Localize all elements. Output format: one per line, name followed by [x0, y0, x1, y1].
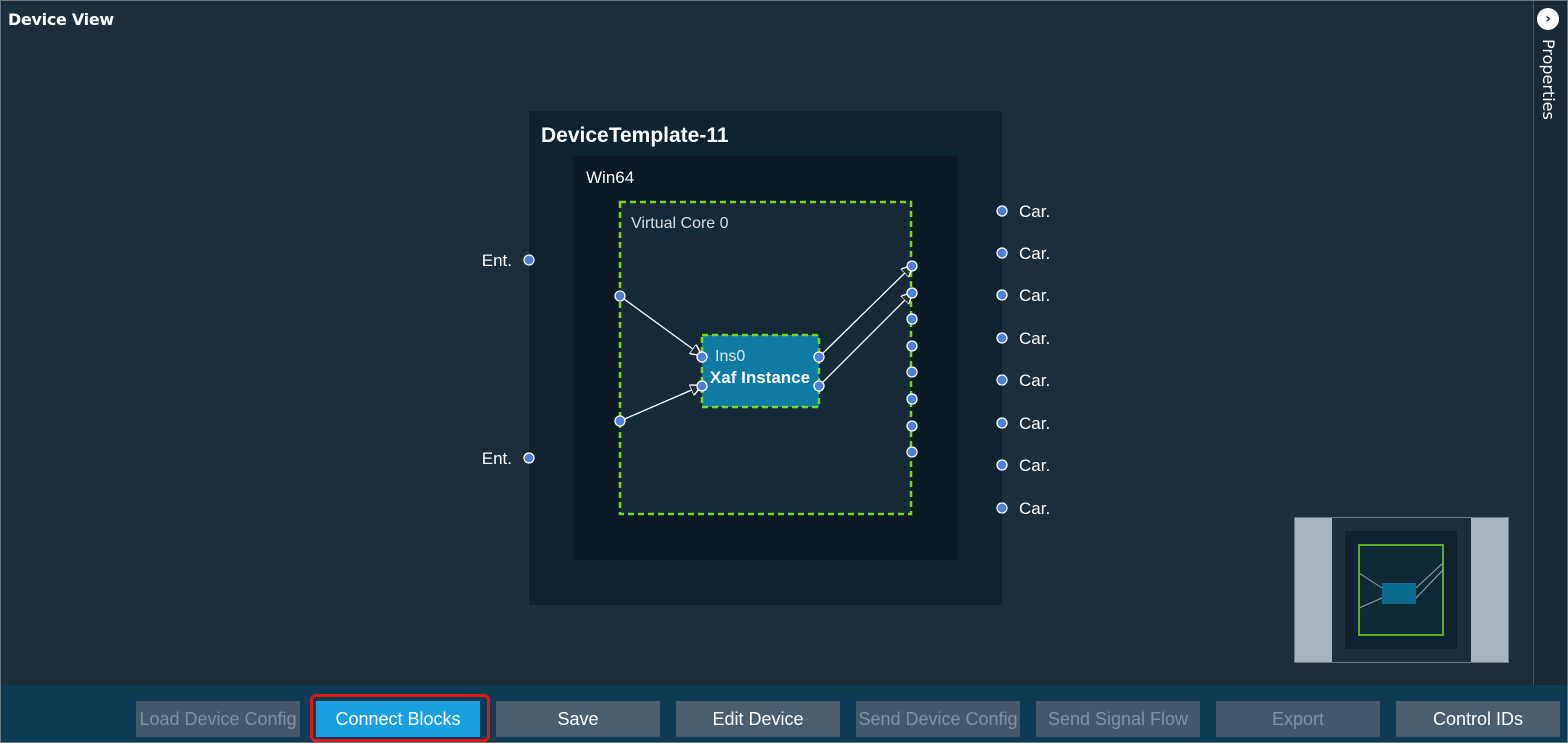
instance-output-port[interactable] — [813, 351, 825, 363]
core-output-port[interactable] — [906, 260, 918, 272]
save-button[interactable]: Save — [496, 701, 660, 737]
export-button[interactable]: Export — [1216, 701, 1380, 737]
core-output-port[interactable] — [906, 393, 918, 405]
device-output-port[interactable] — [996, 205, 1008, 217]
core-output-port[interactable] — [906, 420, 918, 432]
device-output-label: Car. — [1019, 286, 1050, 305]
device-input-label: Ent. — [482, 251, 512, 270]
instance-id: Ins0 — [715, 348, 745, 365]
instance-input-port[interactable] — [696, 380, 708, 392]
properties-label[interactable]: Properties — [1539, 39, 1558, 120]
chevron-right-icon[interactable]: › — [1537, 8, 1559, 30]
control-ids-button[interactable]: Control IDs — [1396, 701, 1560, 737]
core-output-port[interactable] — [906, 366, 918, 378]
device-name: DeviceTemplate-11 — [541, 124, 729, 147]
device-input-port[interactable] — [523, 452, 535, 464]
device-output-label: Car. — [1019, 371, 1050, 390]
device-output-label: Car. — [1019, 202, 1050, 221]
device-output-port[interactable] — [996, 247, 1008, 259]
device-output-port[interactable] — [996, 289, 1008, 301]
device-view-window: Device View DeviceTemplate-11 Win64 Virt… — [0, 0, 1568, 743]
load-device-config-button[interactable]: Load Device Config — [136, 701, 300, 737]
instance-input-port[interactable] — [696, 351, 708, 363]
minimap[interactable] — [1294, 517, 1509, 663]
minimap-view — [1332, 518, 1471, 662]
device-input-port[interactable] — [523, 254, 535, 266]
core-input-port[interactable] — [614, 415, 626, 427]
device-output-label: Car. — [1019, 499, 1050, 518]
instance-type: Xaf Instance — [710, 368, 810, 387]
send-device-config-button[interactable]: Send Device Config — [856, 701, 1020, 737]
device-output-label: Car. — [1019, 244, 1050, 263]
device-output-port[interactable] — [996, 332, 1008, 344]
device-output-port[interactable] — [996, 417, 1008, 429]
platform-name: Win64 — [586, 168, 634, 187]
device-output-label: Car. — [1019, 329, 1050, 348]
core-output-port[interactable] — [906, 287, 918, 299]
send-signal-flow-button[interactable]: Send Signal Flow — [1036, 701, 1200, 737]
virtual-core-label: Virtual Core 0 — [631, 215, 729, 232]
device-output-port[interactable] — [996, 374, 1008, 386]
device-output-label: Car. — [1019, 414, 1050, 433]
edit-device-button[interactable]: Edit Device — [676, 701, 840, 737]
focus-highlight — [310, 694, 490, 742]
device-output-label: Car. — [1019, 456, 1050, 475]
core-output-port[interactable] — [906, 313, 918, 325]
core-output-port[interactable] — [906, 446, 918, 458]
device-output-port[interactable] — [996, 502, 1008, 514]
instance-output-port[interactable] — [813, 380, 825, 392]
core-output-port[interactable] — [906, 340, 918, 352]
core-input-port[interactable] — [614, 290, 626, 302]
device-output-port[interactable] — [996, 459, 1008, 471]
device-input-label: Ent. — [482, 449, 512, 468]
